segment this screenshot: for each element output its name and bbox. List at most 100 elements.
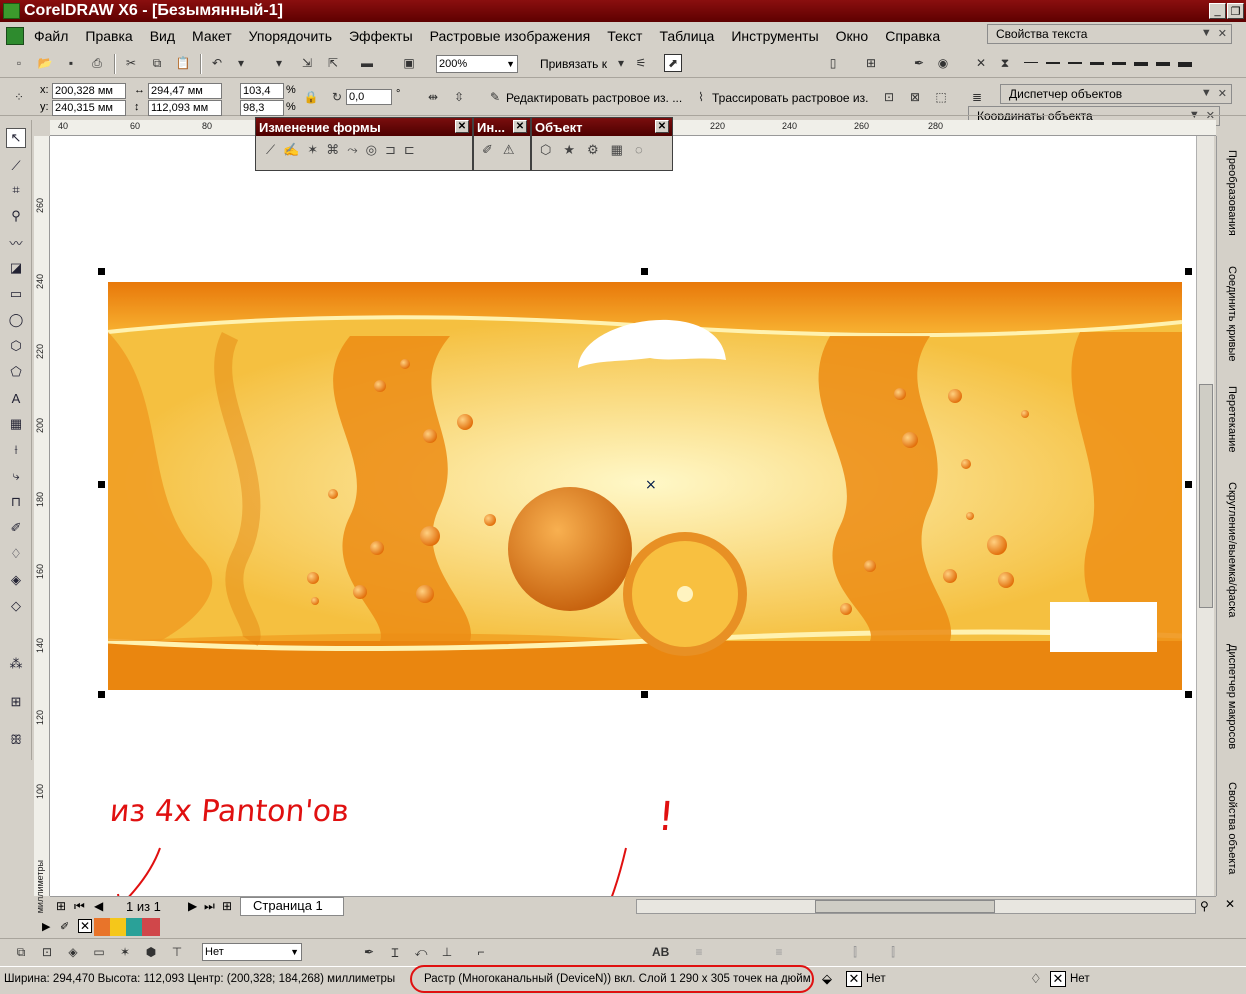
color-swatch[interactable] [142, 918, 160, 936]
pen-tool-icon[interactable]: ✒ [360, 943, 378, 961]
combine-icon[interactable]: ◈ [64, 943, 82, 961]
cut-icon[interactable]: ✂ [122, 54, 140, 72]
smudge-icon[interactable]: ✍ [283, 142, 299, 158]
vertical-scrollbar[interactable] [1196, 136, 1214, 896]
snap-dropdown-icon[interactable]: ▾ [612, 54, 630, 72]
color-swatch[interactable] [94, 918, 110, 936]
welcome-screen-icon[interactable]: ▣ [400, 54, 418, 72]
trace-bitmap-icon[interactable]: ⌇ [692, 88, 710, 106]
basic-shapes-icon[interactable]: ⬠ [6, 362, 26, 382]
shape-tool-icon[interactable]: ⟋ [266, 142, 275, 158]
outline-style-select[interactable]: Нет ▼ [202, 943, 302, 961]
import-icon[interactable]: ⇲ [298, 54, 316, 72]
minimize-button[interactable]: _ [1209, 3, 1226, 19]
color-wheel-icon[interactable]: ◉ [934, 54, 952, 72]
roughen-icon[interactable]: ✶ [307, 142, 318, 158]
drawing-canvas[interactable]: × из 4х Panton'ов ! [50, 136, 1196, 896]
ellipse-tool-icon[interactable]: ◯ [6, 310, 26, 330]
first-page-icon[interactable]: ⏮ [74, 899, 85, 914]
app-launcher-icon[interactable]: ▬ [358, 54, 376, 72]
lock-ratio-icon[interactable]: 🔒 [302, 88, 320, 106]
align-center-icon[interactable]: ≡ [770, 943, 788, 961]
height-field[interactable]: 112,093 мм [148, 100, 222, 116]
color-swatch[interactable] [126, 918, 142, 936]
smart-fill-icon[interactable]: ◪ [6, 258, 26, 278]
undo-icon[interactable]: ↶ [208, 54, 226, 72]
close-icon[interactable]: ✕ [1218, 27, 1227, 40]
zoom-tool-icon[interactable]: ⚲ [6, 206, 26, 226]
width-field[interactable]: 294,47 мм [148, 83, 222, 99]
new-from-template-icon[interactable]: ▯ [824, 54, 842, 72]
pick-tool-icon[interactable]: ↖ [6, 128, 26, 148]
attract-icon[interactable]: ⤳ [347, 142, 357, 158]
menu-bitmaps[interactable]: Растровые изображения [430, 28, 591, 44]
resample-icon[interactable]: ⊠ [906, 88, 924, 106]
distribute-v-icon[interactable]: ⫿ [884, 943, 902, 961]
transform-icon[interactable]: ⌘ [326, 142, 339, 158]
prev-page-icon[interactable]: ◀ [94, 899, 103, 913]
eyedropper-icon[interactable]: ✐ [60, 920, 69, 933]
warning-icon[interactable]: ⚠ [503, 142, 515, 158]
vertical-scroll-thumb[interactable] [1199, 384, 1213, 608]
reference-point-icon[interactable]: ⁘ [10, 88, 28, 106]
scale-y-field[interactable]: 98,3 [240, 100, 284, 116]
chevron-down-icon[interactable]: ▼ [1201, 27, 1212, 40]
pen-icon[interactable]: ✒ [910, 54, 928, 72]
edit-bitmap-button[interactable]: Редактировать растровое из. ... [506, 91, 682, 105]
rotation-field[interactable]: 0,0 [346, 89, 392, 105]
page-icon[interactable]: ⊞ [862, 54, 880, 72]
blend-tool-icon[interactable]: ⊓ [6, 492, 26, 512]
spiral-icon[interactable]: ◌ [635, 142, 643, 158]
docker-text-properties[interactable]: Свойства текста ▼ ✕ [987, 24, 1232, 44]
eyedropper-tool-icon[interactable]: ✐ [6, 518, 26, 538]
restore-button[interactable]: ❐ [1227, 3, 1244, 19]
curve-icon[interactable]: ⌐ [472, 943, 490, 961]
close-icon[interactable]: ✕ [513, 120, 527, 133]
horizontal-scrollbar[interactable] [636, 899, 1196, 914]
rotate-icon[interactable]: ↻ [328, 88, 346, 106]
zoom-nav-icon[interactable]: ⚲ [1200, 899, 1209, 913]
add-page-icon[interactable]: ⊞ [56, 899, 66, 913]
menu-layout[interactable]: Макет [192, 28, 232, 44]
tab-macro-manager[interactable]: Диспетчер макросов [1221, 644, 1243, 772]
hourglass-icon[interactable]: ⧗ [996, 54, 1014, 72]
menu-view[interactable]: Вид [150, 28, 175, 44]
selection-handle[interactable] [98, 691, 105, 698]
menu-table[interactable]: Таблица [659, 28, 714, 44]
distribute-icon[interactable]: ⫿ [846, 943, 864, 961]
menu-effects[interactable]: Эффекты [349, 28, 413, 44]
selection-handle[interactable] [98, 481, 105, 488]
graph-paper-icon[interactable]: ▦ [611, 142, 623, 158]
extrude-icon[interactable]: ⬢ [142, 943, 160, 961]
open-icon[interactable]: 📂 [36, 54, 54, 72]
print-icon[interactable]: ⎙ [88, 54, 106, 72]
interactive-fill-icon[interactable]: ◇ [6, 596, 26, 616]
arrange-icon[interactable]: ⧉ [12, 943, 30, 961]
repel-icon[interactable]: ⊐ [385, 142, 396, 158]
zoom-level-select[interactable]: 200% ▼ [436, 55, 518, 73]
crop-tool-icon[interactable]: ⌗ [6, 180, 26, 200]
menu-edit[interactable]: Правка [85, 28, 132, 44]
align-icon[interactable]: ≡ [690, 943, 708, 961]
new-icon[interactable]: ▫ [10, 54, 28, 72]
shape-tool-icon[interactable]: ⟋ [6, 156, 26, 176]
tab-transformations[interactable]: Преобразования [1221, 150, 1243, 262]
polygon-tool-icon[interactable]: ⬡ [6, 336, 26, 356]
star-icon[interactable]: ★ [563, 142, 575, 158]
copy-icon[interactable]: ⧉ [148, 54, 166, 72]
table-tool-icon[interactable]: ▦ [6, 414, 26, 434]
add-page-end-icon[interactable]: ⊞ [222, 899, 232, 913]
macro-icon[interactable]: ꕥ [6, 730, 26, 750]
export-icon[interactable]: ⇱ [324, 54, 342, 72]
close-icon[interactable]: ✕ [655, 120, 669, 133]
shape-icon[interactable]: ✶ [116, 943, 134, 961]
selection-handle[interactable] [641, 691, 648, 698]
line-width-presets[interactable] [1024, 62, 1244, 67]
bitmap-color-mask-icon[interactable]: ⊡ [880, 88, 898, 106]
selection-handle[interactable] [1185, 481, 1192, 488]
color-swatch[interactable] [110, 918, 126, 936]
menu-text[interactable]: Текст [607, 28, 642, 44]
menu-window[interactable]: Окно [836, 28, 869, 44]
selection-handle[interactable] [1185, 268, 1192, 275]
menu-help[interactable]: Справка [885, 28, 940, 44]
